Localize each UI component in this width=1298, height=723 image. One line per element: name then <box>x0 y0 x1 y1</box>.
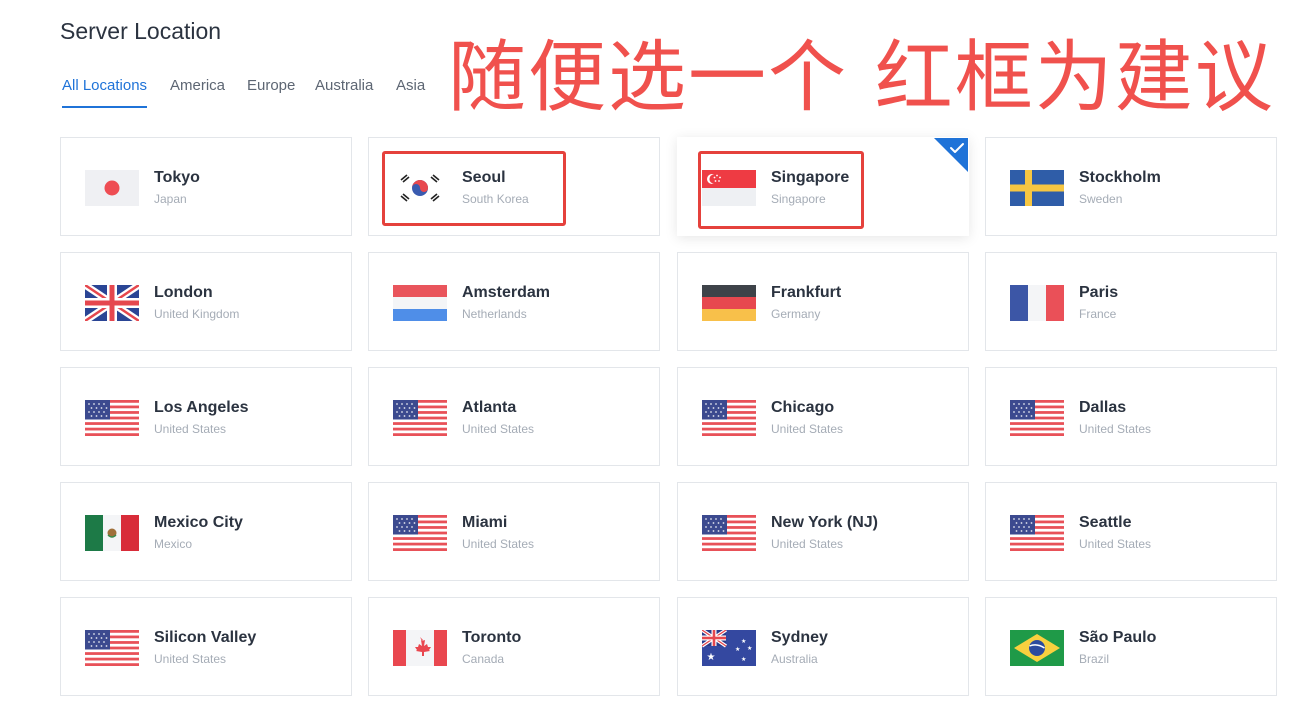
mexico-flag-icon <box>85 515 139 551</box>
location-card-toronto[interactable]: Toronto Canada <box>368 597 660 696</box>
usa-flag-icon <box>1010 400 1064 436</box>
usa-flag-icon <box>393 515 447 551</box>
location-card-miami[interactable]: Miami United States <box>368 482 660 581</box>
country-name: South Korea <box>462 192 529 206</box>
city-name: Singapore <box>771 169 850 186</box>
netherlands-flag-icon <box>393 285 447 321</box>
country-name: Singapore <box>771 192 826 206</box>
city-name: Sydney <box>771 629 828 646</box>
city-name: Toronto <box>462 629 522 646</box>
usa-flag-icon <box>85 630 139 666</box>
usa-flag-icon <box>1010 515 1064 551</box>
location-card-silicon-valley[interactable]: Silicon Valley United States <box>60 597 352 696</box>
city-name: London <box>154 284 213 301</box>
country-name: France <box>1079 307 1117 321</box>
country-name: Netherlands <box>462 307 527 321</box>
svg-text:★: ★ <box>741 638 746 645</box>
tab-all-locations[interactable]: All Locations <box>62 75 148 108</box>
city-name: Dallas <box>1079 399 1127 416</box>
country-name: United States <box>771 537 844 551</box>
location-card-atlanta[interactable]: Atlanta United States <box>368 367 660 466</box>
country-name: United States <box>154 652 227 666</box>
selected-check-icon <box>934 138 968 172</box>
location-card-mexico-city[interactable]: Mexico City Mexico <box>60 482 352 581</box>
location-card-london[interactable]: London United Kingdom <box>60 252 352 351</box>
country-name: United States <box>154 422 227 436</box>
country-name: Sweden <box>1079 192 1123 206</box>
city-name: Stockholm <box>1079 169 1161 186</box>
location-card-dallas[interactable]: Dallas United States <box>985 367 1277 466</box>
city-name: Los Angeles <box>154 399 249 416</box>
city-name: Miami <box>462 514 508 531</box>
sweden-flag-icon <box>1010 170 1064 206</box>
city-name: Amsterdam <box>462 284 551 301</box>
country-name: United Kingdom <box>154 307 240 321</box>
city-name: Frankfurt <box>771 284 842 301</box>
country-name: United States <box>771 422 844 436</box>
france-flag-icon <box>1010 285 1064 321</box>
city-name: Tokyo <box>154 169 200 186</box>
svg-text:★: ★ <box>735 646 740 653</box>
tab-australia[interactable]: Australia <box>315 75 373 106</box>
usa-flag-icon <box>702 400 756 436</box>
location-card-frankfurt[interactable]: Frankfurt Germany <box>677 252 969 351</box>
city-name: Mexico City <box>154 514 243 531</box>
svg-text:★: ★ <box>707 652 716 663</box>
location-card-paris[interactable]: Paris France <box>985 252 1277 351</box>
uk-flag-icon <box>85 285 139 321</box>
location-card-new-york-nj[interactable]: New York (NJ) United States <box>677 482 969 581</box>
germany-flag-icon <box>702 285 756 321</box>
south-korea-flag-icon <box>393 170 447 206</box>
country-name: Germany <box>771 307 821 321</box>
location-card-s-o-paulo[interactable]: São Paulo Brazil <box>985 597 1277 696</box>
australia-flag-icon: ★ ★ ★ ★ ★ <box>702 630 756 666</box>
city-name: Seoul <box>462 169 506 186</box>
country-name: United States <box>462 422 535 436</box>
city-name: São Paulo <box>1079 629 1157 646</box>
city-name: Silicon Valley <box>154 629 257 646</box>
brazil-flag-icon <box>1010 630 1064 666</box>
country-name: Brazil <box>1079 652 1110 666</box>
svg-text:★: ★ <box>741 656 746 663</box>
location-card-tokyo[interactable]: Tokyo Japan <box>60 137 352 236</box>
singapore-flag-icon <box>702 170 756 206</box>
tab-asia[interactable]: Asia <box>396 75 425 106</box>
location-card-sydney[interactable]: ★ ★ ★ ★ ★ Sydney Australia <box>677 597 969 696</box>
city-name: Atlanta <box>462 399 517 416</box>
country-name: United States <box>462 537 535 551</box>
country-name: United States <box>1079 537 1152 551</box>
usa-flag-icon <box>393 400 447 436</box>
city-name: Paris <box>1079 284 1119 301</box>
page-title: Server Location <box>60 18 222 44</box>
country-name: Canada <box>462 652 505 666</box>
canada-flag-icon <box>393 630 447 666</box>
location-card-chicago[interactable]: Chicago United States <box>677 367 969 466</box>
location-card-los-angeles[interactable]: Los Angeles United States <box>60 367 352 466</box>
location-card-singapore[interactable]: Singapore Singapore <box>677 137 969 236</box>
location-card-stockholm[interactable]: Stockholm Sweden <box>985 137 1277 236</box>
tab-europe[interactable]: Europe <box>247 75 295 106</box>
country-name: Mexico <box>154 537 193 551</box>
location-card-seattle[interactable]: Seattle United States <box>985 482 1277 581</box>
svg-text:★: ★ <box>747 645 752 652</box>
location-card-seoul[interactable]: Seoul South Korea <box>368 137 660 236</box>
tab-america[interactable]: America <box>170 75 225 106</box>
country-name: Australia <box>771 652 818 666</box>
usa-flag-icon <box>702 515 756 551</box>
annotation-text: 随便选一个 红框为建议 <box>448 33 1275 123</box>
usa-flag-icon <box>85 400 139 436</box>
city-name: New York (NJ) <box>771 514 878 531</box>
country-name: Japan <box>154 192 187 206</box>
city-name: Chicago <box>771 399 835 416</box>
country-name: United States <box>1079 422 1152 436</box>
location-card-amsterdam[interactable]: Amsterdam Netherlands <box>368 252 660 351</box>
japan-flag-icon <box>85 170 139 206</box>
city-name: Seattle <box>1079 514 1132 531</box>
